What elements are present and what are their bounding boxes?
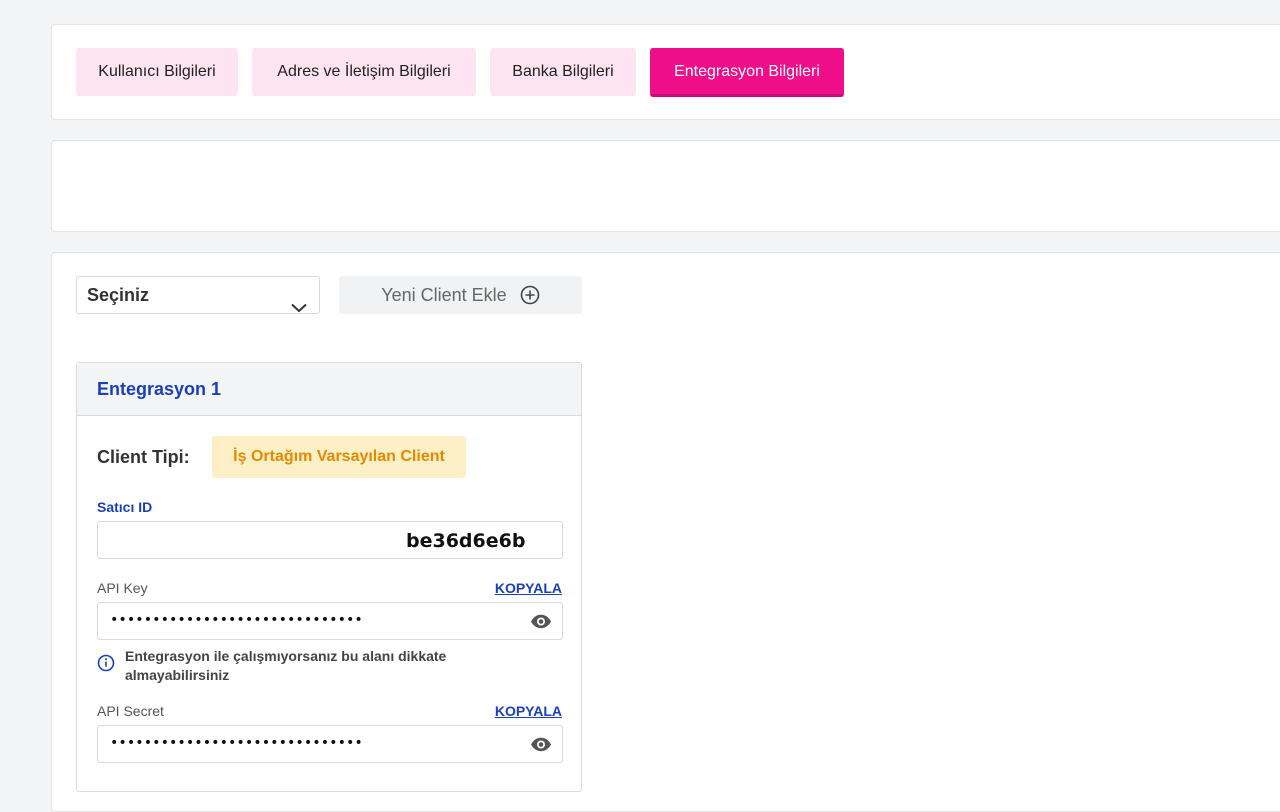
tab-adres-iletisim-bilgileri[interactable]: Adres ve İletişim Bilgileri (252, 48, 476, 96)
add-client-label: Yeni Client Ekle (381, 285, 507, 305)
api-secret-label: API Secret (97, 703, 164, 719)
integration-title: Entegrasyon 1 (77, 363, 581, 416)
info-icon (97, 654, 115, 677)
tabs-card: Kullanıcı Bilgileri Adres ve İletişim Bi… (51, 24, 1280, 120)
client-select-value: Seçiniz (87, 285, 150, 305)
integration-card: Entegrasyon 1 Client Tipi: İş Ortağım Va… (76, 362, 582, 792)
tab-entegrasyon-bilgileri[interactable]: Entegrasyon Bilgileri (650, 48, 844, 97)
api-key-info-text: Entegrasyon ile çalışmıyorsanız bu alanı… (125, 648, 447, 683)
client-type-badge: İş Ortağım Varsayılan Client (212, 436, 466, 478)
eye-icon[interactable] (530, 614, 552, 634)
eye-icon[interactable] (530, 737, 552, 757)
empty-panel (51, 140, 1280, 232)
api-key-field[interactable]: •••••••••••••••••••••••••••••• (97, 602, 563, 640)
api-secret-field[interactable]: •••••••••••••••••••••••••••••• (97, 725, 563, 763)
api-key-label: API Key (97, 580, 148, 596)
api-secret-copy-link[interactable]: KOPYALA (495, 703, 562, 719)
add-client-button[interactable]: Yeni Client Ekle (339, 276, 582, 314)
integration-panel: Seçiniz Yeni Client Ekle Entegrasyon 1 C… (51, 252, 1280, 812)
seller-id-label: Satıcı ID (97, 499, 153, 515)
seller-id-value: be36d6e6b (406, 530, 526, 552)
seller-id-field[interactable]: be36d6e6b (97, 521, 563, 559)
tab-kullanici-bilgileri[interactable]: Kullanıcı Bilgileri (76, 48, 238, 96)
chevron-down-icon (291, 289, 307, 325)
api-key-copy-link[interactable]: KOPYALA (495, 580, 562, 596)
api-key-masked-value: •••••••••••••••••••••••••••••• (110, 612, 363, 628)
client-type-label: Client Tipi: (97, 447, 190, 467)
plus-circle-icon (520, 280, 540, 318)
api-secret-masked-value: •••••••••••••••••••••••••••••• (110, 735, 363, 751)
client-select[interactable]: Seçiniz (76, 276, 320, 314)
tab-banka-bilgileri[interactable]: Banka Bilgileri (490, 48, 636, 96)
